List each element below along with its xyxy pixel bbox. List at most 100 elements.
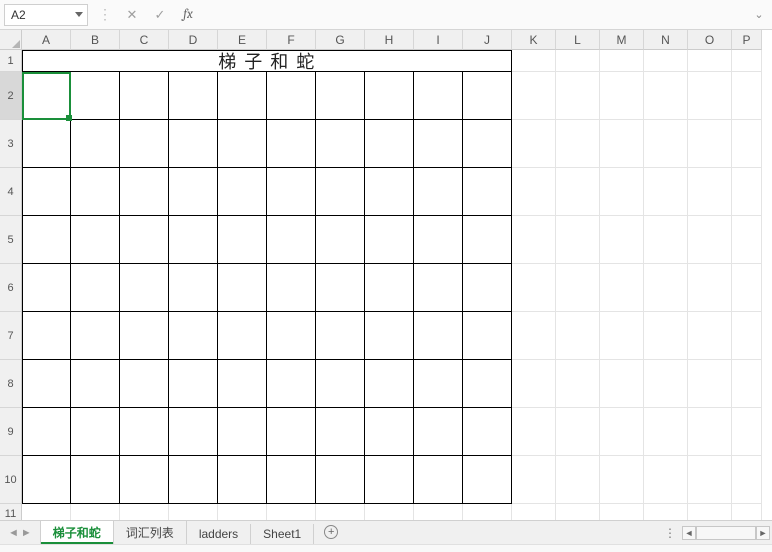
cell-K1[interactable] [512, 50, 556, 72]
cell-C3[interactable] [120, 120, 169, 168]
cell-D8[interactable] [169, 360, 218, 408]
cell-J3[interactable] [463, 120, 512, 168]
cell-K9[interactable] [512, 408, 556, 456]
row-header-11[interactable]: 11 [0, 504, 22, 520]
cell-A5[interactable] [22, 216, 71, 264]
cell-G4[interactable] [316, 168, 365, 216]
cell-K5[interactable] [512, 216, 556, 264]
new-sheet-button[interactable]: + [314, 521, 348, 544]
cell-P8[interactable] [732, 360, 762, 408]
worksheet-grid[interactable]: ABCDEFGHIJKLMNOP 1234567891011 梯 子 和 蛇 [0, 30, 772, 520]
cell-M2[interactable] [600, 72, 644, 120]
cell-O1[interactable] [688, 50, 732, 72]
column-header-F[interactable]: F [267, 30, 316, 50]
cell-F11[interactable] [267, 504, 316, 520]
cell-L4[interactable] [556, 168, 600, 216]
cell-J10[interactable] [463, 456, 512, 504]
cell-L8[interactable] [556, 360, 600, 408]
cell-G6[interactable] [316, 264, 365, 312]
column-header-G[interactable]: G [316, 30, 365, 50]
cell-E6[interactable] [218, 264, 267, 312]
cell-F7[interactable] [267, 312, 316, 360]
cell-C8[interactable] [120, 360, 169, 408]
column-header-O[interactable]: O [688, 30, 732, 50]
tab-nav-right-icon[interactable]: ► [21, 527, 32, 539]
cell-N7[interactable] [644, 312, 688, 360]
cell-H6[interactable] [365, 264, 414, 312]
cell-L5[interactable] [556, 216, 600, 264]
cell-B9[interactable] [71, 408, 120, 456]
cell-I3[interactable] [414, 120, 463, 168]
sheet-tab-1[interactable]: 词汇列表 [114, 521, 187, 544]
cell-N1[interactable] [644, 50, 688, 72]
cell-A10[interactable] [22, 456, 71, 504]
cell-A4[interactable] [22, 168, 71, 216]
cell-M1[interactable] [600, 50, 644, 72]
cell-D11[interactable] [169, 504, 218, 520]
cell-A11[interactable] [22, 504, 71, 520]
cell-N10[interactable] [644, 456, 688, 504]
cell-G2[interactable] [316, 72, 365, 120]
cell-J7[interactable] [463, 312, 512, 360]
tab-nav-left-icon[interactable]: ◄ [8, 527, 19, 539]
cell-G11[interactable] [316, 504, 365, 520]
select-all-triangle[interactable] [0, 30, 22, 50]
cell-O3[interactable] [688, 120, 732, 168]
cell-M7[interactable] [600, 312, 644, 360]
cell-H3[interactable] [365, 120, 414, 168]
cell-C11[interactable] [120, 504, 169, 520]
cell-P3[interactable] [732, 120, 762, 168]
row-header-8[interactable]: 8 [0, 360, 22, 408]
cell-L10[interactable] [556, 456, 600, 504]
cell-E9[interactable] [218, 408, 267, 456]
cell-G10[interactable] [316, 456, 365, 504]
cell-M4[interactable] [600, 168, 644, 216]
cell-H8[interactable] [365, 360, 414, 408]
cell-F2[interactable] [267, 72, 316, 120]
cell-E2[interactable] [218, 72, 267, 120]
cell-I8[interactable] [414, 360, 463, 408]
cell-B4[interactable] [71, 168, 120, 216]
column-header-B[interactable]: B [71, 30, 120, 50]
cell-K4[interactable] [512, 168, 556, 216]
row-header-6[interactable]: 6 [0, 264, 22, 312]
row-header-10[interactable]: 10 [0, 456, 22, 504]
cell-I2[interactable] [414, 72, 463, 120]
cells-area[interactable] [22, 50, 762, 520]
cell-H7[interactable] [365, 312, 414, 360]
cell-P1[interactable] [732, 50, 762, 72]
cell-C6[interactable] [120, 264, 169, 312]
cell-H2[interactable] [365, 72, 414, 120]
cell-I9[interactable] [414, 408, 463, 456]
cell-A9[interactable] [22, 408, 71, 456]
column-header-D[interactable]: D [169, 30, 218, 50]
cell-N3[interactable] [644, 120, 688, 168]
sheet-tab-0[interactable]: 梯子和蛇 [40, 520, 114, 544]
cell-C7[interactable] [120, 312, 169, 360]
cell-J9[interactable] [463, 408, 512, 456]
cell-O9[interactable] [688, 408, 732, 456]
cell-A8[interactable] [22, 360, 71, 408]
horizontal-scrollbar[interactable]: ◄ ► [682, 521, 772, 544]
cell-O7[interactable] [688, 312, 732, 360]
cell-M3[interactable] [600, 120, 644, 168]
cell-H11[interactable] [365, 504, 414, 520]
cell-C5[interactable] [120, 216, 169, 264]
cell-I11[interactable] [414, 504, 463, 520]
row-header-7[interactable]: 7 [0, 312, 22, 360]
name-box-dropdown-icon[interactable] [75, 12, 83, 17]
cell-E11[interactable] [218, 504, 267, 520]
cell-L7[interactable] [556, 312, 600, 360]
sheet-tab-2[interactable]: ladders [187, 524, 251, 544]
cell-H4[interactable] [365, 168, 414, 216]
cell-C4[interactable] [120, 168, 169, 216]
cell-P9[interactable] [732, 408, 762, 456]
cell-O6[interactable] [688, 264, 732, 312]
cell-E3[interactable] [218, 120, 267, 168]
row-header-3[interactable]: 3 [0, 120, 22, 168]
cell-F10[interactable] [267, 456, 316, 504]
name-box[interactable]: A2 [4, 4, 88, 26]
cell-P7[interactable] [732, 312, 762, 360]
cell-H9[interactable] [365, 408, 414, 456]
cell-K10[interactable] [512, 456, 556, 504]
